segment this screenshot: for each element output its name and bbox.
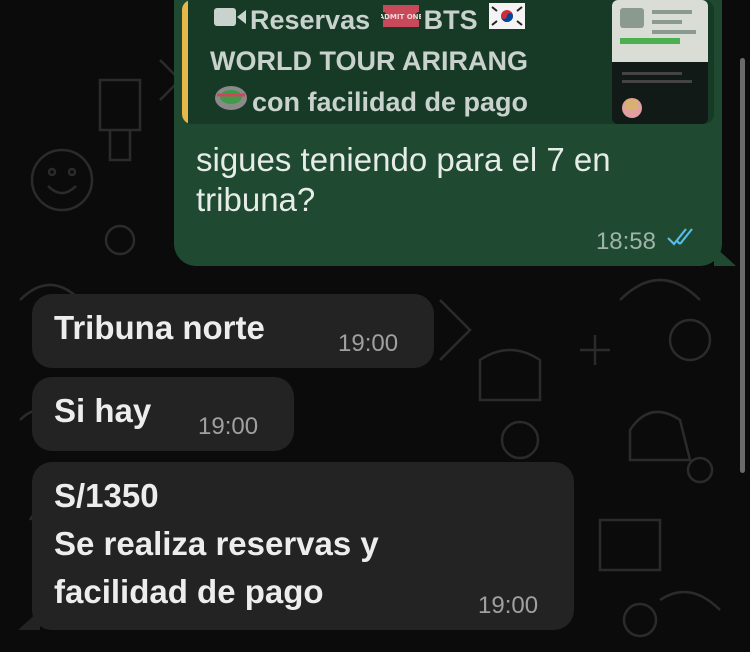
quoted-message[interactable]: Reservas ADMIT ONE BTS WORLD TOUR ARIRAN… bbox=[182, 0, 714, 124]
incoming-message[interactable]: S/1350 Se realiza reservas y facilidad d… bbox=[32, 462, 574, 630]
incoming-message-time: 19:00 bbox=[478, 592, 539, 619]
ticket-label: ADMIT ONE bbox=[381, 13, 421, 21]
scrollbar[interactable] bbox=[740, 58, 745, 473]
incoming-message-line: Se realiza reservas y bbox=[54, 525, 379, 562]
quoted-message-text: Reservas ADMIT ONE BTS WORLD TOUR ARIRAN… bbox=[210, 0, 590, 123]
incoming-message-text: Tribuna norte bbox=[54, 309, 265, 346]
stadium-icon bbox=[213, 83, 249, 124]
incoming-message-text: Si hay bbox=[54, 392, 152, 429]
outgoing-message-time: 18:58 bbox=[595, 228, 656, 255]
incoming-message[interactable]: Si hay 19:00 bbox=[32, 377, 294, 451]
incoming-message[interactable]: Tribuna norte 19:00 bbox=[32, 294, 434, 368]
quoted-image-thumbnail[interactable] bbox=[612, 0, 708, 124]
quoted-title-line3: con facilidad de pago bbox=[252, 87, 529, 117]
incoming-bubble-tail bbox=[18, 610, 40, 630]
video-camera-icon bbox=[213, 1, 247, 42]
admit-one-ticket-icon: ADMIT ONE bbox=[378, 1, 423, 43]
outgoing-message-text: sigues teniendo para el 7 en tribuna? bbox=[196, 141, 611, 218]
outgoing-bubble-tail bbox=[714, 246, 736, 266]
south-korea-flag-icon bbox=[488, 1, 526, 42]
quote-accent-bar bbox=[182, 0, 188, 124]
quoted-title-part1: Reservas bbox=[250, 5, 371, 35]
incoming-message-time: 19:00 bbox=[198, 413, 259, 440]
quoted-title-part2: BTS bbox=[423, 5, 478, 35]
incoming-message-line: facilidad de pago bbox=[54, 573, 324, 610]
incoming-message-line: S/1350 bbox=[54, 477, 159, 514]
outgoing-message[interactable]: Reservas ADMIT ONE BTS WORLD TOUR ARIRAN… bbox=[174, 0, 736, 266]
read-receipt-icon bbox=[666, 227, 700, 252]
quoted-title-line2: WORLD TOUR ARIRANG bbox=[210, 46, 528, 76]
incoming-message-time: 19:00 bbox=[338, 330, 399, 357]
